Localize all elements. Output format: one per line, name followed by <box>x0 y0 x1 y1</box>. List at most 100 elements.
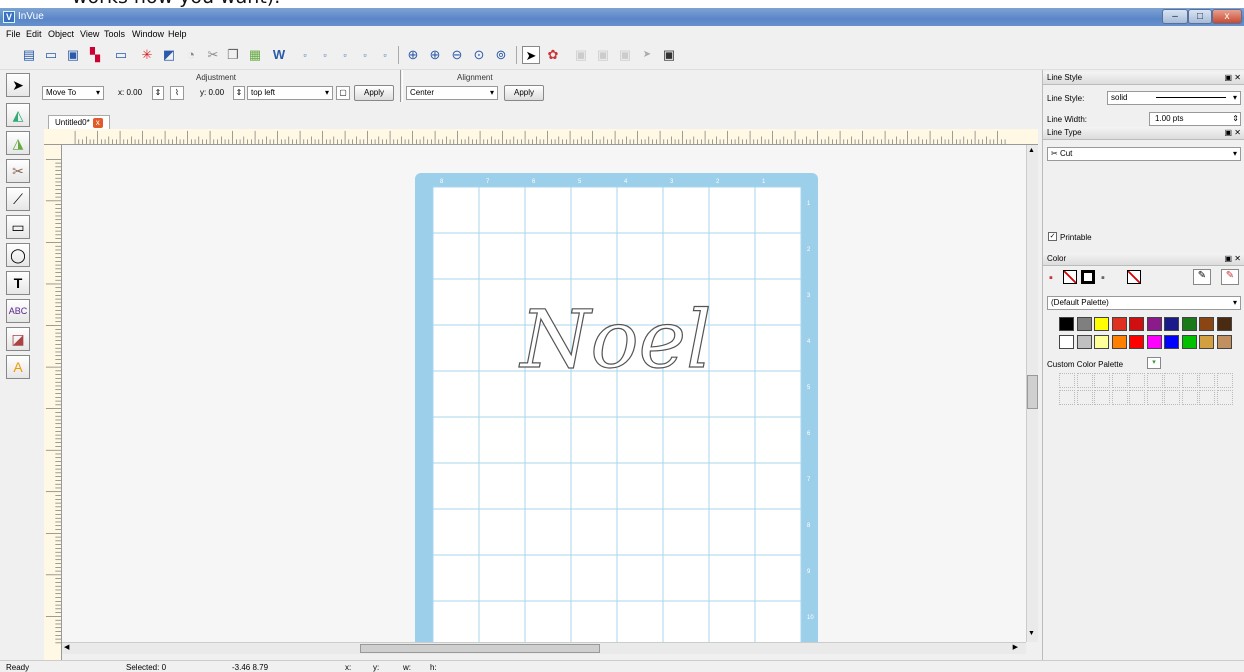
custom-palette-slot[interactable] <box>1181 390 1198 405</box>
alignment-select[interactable]: Center ▾ <box>406 86 498 100</box>
horizontal-scrollbar[interactable]: ◀ ▶ <box>62 642 1026 654</box>
save-icon[interactable]: ▭ <box>42 46 60 64</box>
custom-palette-slot[interactable] <box>1059 390 1075 405</box>
palette-swatch[interactable] <box>1059 317 1074 331</box>
palette-swatch[interactable] <box>1146 317 1162 331</box>
stroke-none-swatch[interactable] <box>1063 270 1077 284</box>
scroll-down-icon[interactable]: ▼ <box>1028 630 1035 637</box>
anchor-select[interactable]: top left ▾ <box>247 86 333 100</box>
ellipse-tool-icon[interactable]: ◯ <box>6 243 30 267</box>
custom-palette-slot[interactable] <box>1199 373 1215 388</box>
pointer-tool-icon[interactable]: ➤ <box>6 73 30 97</box>
shape-edit-icon[interactable]: ◮ <box>6 131 30 155</box>
save-as-icon[interactable]: ▣ <box>64 46 82 64</box>
float-close-icon[interactable]: ▣ ✕ <box>1225 253 1241 265</box>
custom-palette-slot[interactable] <box>1129 390 1145 405</box>
width-spinner-icon[interactable]: ⇕ <box>1232 113 1239 125</box>
align-3-icon[interactable]: ▫ <box>336 46 354 64</box>
palette-swatch[interactable] <box>1129 317 1144 331</box>
x-field[interactable]: x: 0.00 <box>118 88 142 97</box>
combine-icon[interactable]: ▣ <box>616 46 634 64</box>
palette-swatch[interactable] <box>1216 317 1232 331</box>
close-button[interactable]: x <box>1212 9 1242 24</box>
custom-palette-slot[interactable] <box>1146 373 1163 388</box>
fill-bucket-icon[interactable]: ▪ <box>1101 272 1105 284</box>
close-tab-icon[interactable]: x <box>92 118 103 128</box>
paste-icon[interactable]: ▦ <box>246 46 264 64</box>
custom-palette-slot[interactable] <box>1164 390 1180 405</box>
custom-palette-slot[interactable] <box>1216 373 1233 388</box>
line-tool-icon[interactable]: ⟋ <box>6 187 30 211</box>
scroll-left-icon[interactable]: ◀ <box>64 643 69 651</box>
palette-select[interactable]: (Default Palette) ▾ <box>1047 296 1241 310</box>
text-tool-icon[interactable]: T <box>6 271 30 295</box>
palette-swatch[interactable] <box>1164 317 1179 331</box>
alignment-apply-button[interactable]: Apply <box>504 85 544 101</box>
custom-palette-slot[interactable] <box>1111 390 1128 405</box>
menu-help[interactable]: Help <box>168 29 187 39</box>
y-field[interactable]: y: 0.00 <box>200 88 224 97</box>
fill-swatch[interactable] <box>1081 270 1095 284</box>
no-color-swatch[interactable] <box>1127 270 1141 284</box>
palette-swatch[interactable] <box>1059 335 1074 349</box>
palette-swatch[interactable] <box>1146 335 1162 349</box>
group-icon[interactable]: ▣ <box>572 46 590 64</box>
custom-palette-slot[interactable] <box>1199 390 1215 405</box>
grid-icon[interactable]: ▚ <box>86 46 104 64</box>
menu-tools[interactable]: Tools <box>104 29 125 39</box>
horizontal-scroll-thumb[interactable] <box>360 644 600 653</box>
palette-swatch[interactable] <box>1076 335 1092 349</box>
text-on-path-icon[interactable]: ABC <box>6 299 30 323</box>
line-width-field[interactable]: 1.00 pts ⇕ <box>1149 112 1241 126</box>
ungroup-icon[interactable]: ▣ <box>594 46 612 64</box>
x-spinner[interactable]: ⇕ <box>152 86 164 100</box>
canvas-text-noel[interactable]: Noel <box>518 292 712 386</box>
document-tab[interactable]: Untitled0* x <box>48 115 110 129</box>
menu-window[interactable]: Window <box>132 29 164 39</box>
adjustment-apply-button[interactable]: Apply <box>354 85 394 101</box>
eyedropper-fill-icon[interactable]: ✎ <box>1221 269 1239 285</box>
zoom-in-2-icon[interactable]: ⊕ <box>426 46 444 64</box>
zoom-actual-icon[interactable]: ⊚ <box>492 46 510 64</box>
palette-swatch[interactable] <box>1094 335 1109 349</box>
stroke-bucket-icon[interactable]: ▪ <box>1049 272 1053 284</box>
palette-swatch[interactable] <box>1164 335 1179 349</box>
float-close-icon[interactable]: ▣ ✕ <box>1225 127 1241 139</box>
zoom-fit-icon[interactable]: ⊙ <box>470 46 488 64</box>
word-icon[interactable]: W <box>270 46 288 64</box>
menu-object[interactable]: Object <box>48 29 74 39</box>
custom-palette-slot[interactable] <box>1129 373 1145 388</box>
palette-swatch[interactable] <box>1181 317 1197 331</box>
trace-icon[interactable]: ◔ <box>182 46 200 64</box>
eraser-tool-icon[interactable]: ◪ <box>6 327 30 351</box>
maximize-button[interactable]: □ <box>1188 9 1212 24</box>
rectangle-tool-icon[interactable]: ▭ <box>6 215 30 239</box>
printable-checkbox[interactable]: ✓ <box>1048 232 1057 241</box>
float-close-icon[interactable]: ▣ ✕ <box>1225 72 1241 84</box>
custom-palette-slot[interactable] <box>1164 373 1180 388</box>
custom-palette-slot[interactable] <box>1076 390 1093 405</box>
add-custom-color-icon[interactable]: ▾ <box>1147 357 1161 369</box>
palette-swatch[interactable] <box>1216 335 1232 349</box>
zoom-in-icon[interactable]: ⊕ <box>404 46 422 64</box>
frame-icon[interactable]: ▣ <box>660 46 678 64</box>
ruler-icon[interactable]: ▭ <box>112 46 130 64</box>
custom-palette-slot[interactable] <box>1216 390 1233 405</box>
copy-icon[interactable]: ❐ <box>224 46 242 64</box>
eyedropper-icon[interactable]: ✎ <box>1193 269 1211 285</box>
line-type-select[interactable]: ✂ Cut ▾ <box>1047 147 1241 161</box>
scroll-right-icon[interactable]: ▶ <box>1013 643 1018 651</box>
palette-swatch[interactable] <box>1111 335 1127 349</box>
palette-swatch[interactable] <box>1199 335 1214 349</box>
scissors-icon[interactable]: ✂ <box>204 46 222 64</box>
menu-file[interactable]: File <box>6 29 21 39</box>
laser-icon[interactable]: ✳ <box>138 46 156 64</box>
custom-palette-slot[interactable] <box>1146 390 1163 405</box>
drawing-canvas[interactable]: 8 7 6 5 4 3 2 1 1 2 3 4 5 6 7 8 9 10 Noel <box>62 145 1026 642</box>
minimize-button[interactable]: – <box>1162 9 1188 24</box>
custom-palette-slot[interactable] <box>1094 373 1110 388</box>
menu-view[interactable]: View <box>80 29 99 39</box>
adjustment-mode-select[interactable]: Move To ▾ <box>42 86 104 100</box>
custom-palette-slot[interactable] <box>1076 373 1093 388</box>
align-1-icon[interactable]: ▫ <box>296 46 314 64</box>
